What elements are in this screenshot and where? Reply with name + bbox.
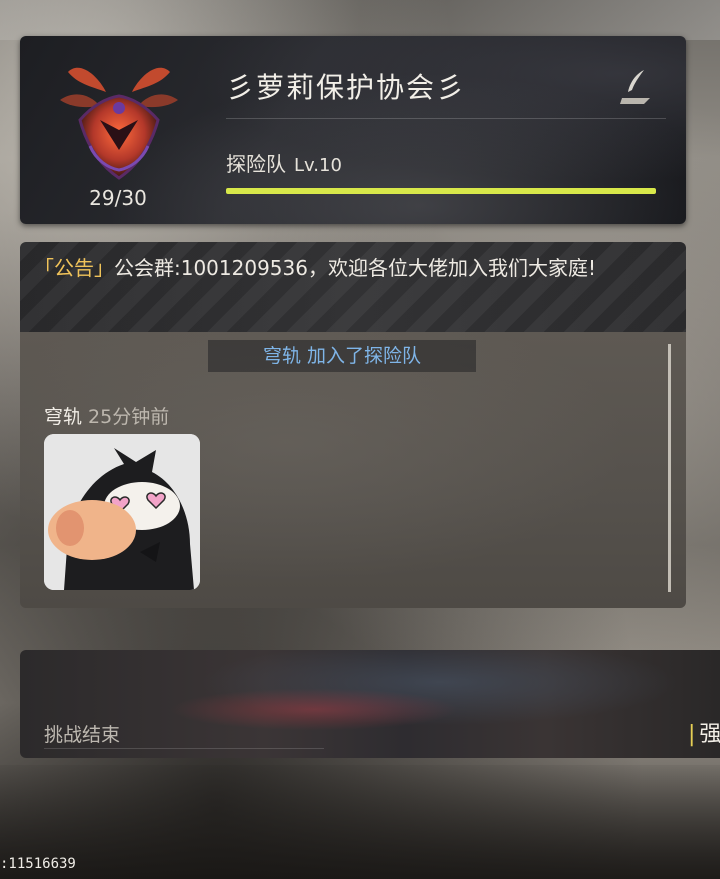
message-time: 25分钟前 bbox=[88, 406, 170, 428]
challenge-edge-label[interactable]: | 强 bbox=[688, 716, 720, 748]
sender-name[interactable]: 穹轨 bbox=[44, 406, 82, 428]
xp-progress-fill bbox=[226, 188, 656, 194]
announcement-text: 「公告」公会群:1001209536，欢迎各位大佬加入我们大家庭! bbox=[34, 252, 674, 285]
guild-name: 彡萝莉保护协会彡 bbox=[226, 71, 467, 104]
guild-level: Lv.10 bbox=[294, 155, 342, 176]
announcement-tag: 「公告」 bbox=[34, 256, 114, 280]
demon-crest-icon[interactable] bbox=[50, 50, 188, 182]
background-blur-top bbox=[0, 0, 720, 40]
challenge-card[interactable]: 挑战结束 | 强 bbox=[20, 650, 720, 758]
xp-progress-bar bbox=[226, 188, 656, 194]
guild-header-card: 29/30 彡萝莉保护协会彡 探险队 Lv.10 bbox=[20, 36, 686, 224]
guild-type-row: 探险队 Lv.10 bbox=[226, 148, 342, 177]
challenge-divider bbox=[44, 748, 324, 749]
user-id: :11516639 bbox=[0, 856, 76, 872]
quill-icon[interactable] bbox=[614, 64, 658, 108]
member-count: 29/30 bbox=[89, 186, 147, 210]
announcement-body: 公会群:1001209536，欢迎各位大佬加入我们大家庭! bbox=[114, 256, 597, 280]
announcement-card: 「公告」公会群:1001209536，欢迎各位大佬加入我们大家庭! bbox=[20, 242, 686, 332]
chat-scrollbar[interactable] bbox=[668, 344, 671, 592]
system-message: 穹轨 加入了探险队 bbox=[208, 340, 476, 372]
guild-type-label: 探险队 bbox=[226, 152, 286, 176]
challenge-status: 挑战结束 bbox=[44, 724, 121, 746]
chat-message-header: 穹轨 25分钟前 bbox=[44, 402, 169, 429]
chat-panel[interactable]: 穹轨 加入了探险队 穹轨 25分钟前 bbox=[20, 332, 686, 608]
name-divider bbox=[226, 118, 666, 119]
blushing-cat-sticker[interactable] bbox=[44, 434, 200, 590]
background-blur-bottom bbox=[0, 765, 720, 879]
challenge-edge-text: 强 bbox=[699, 722, 720, 747]
